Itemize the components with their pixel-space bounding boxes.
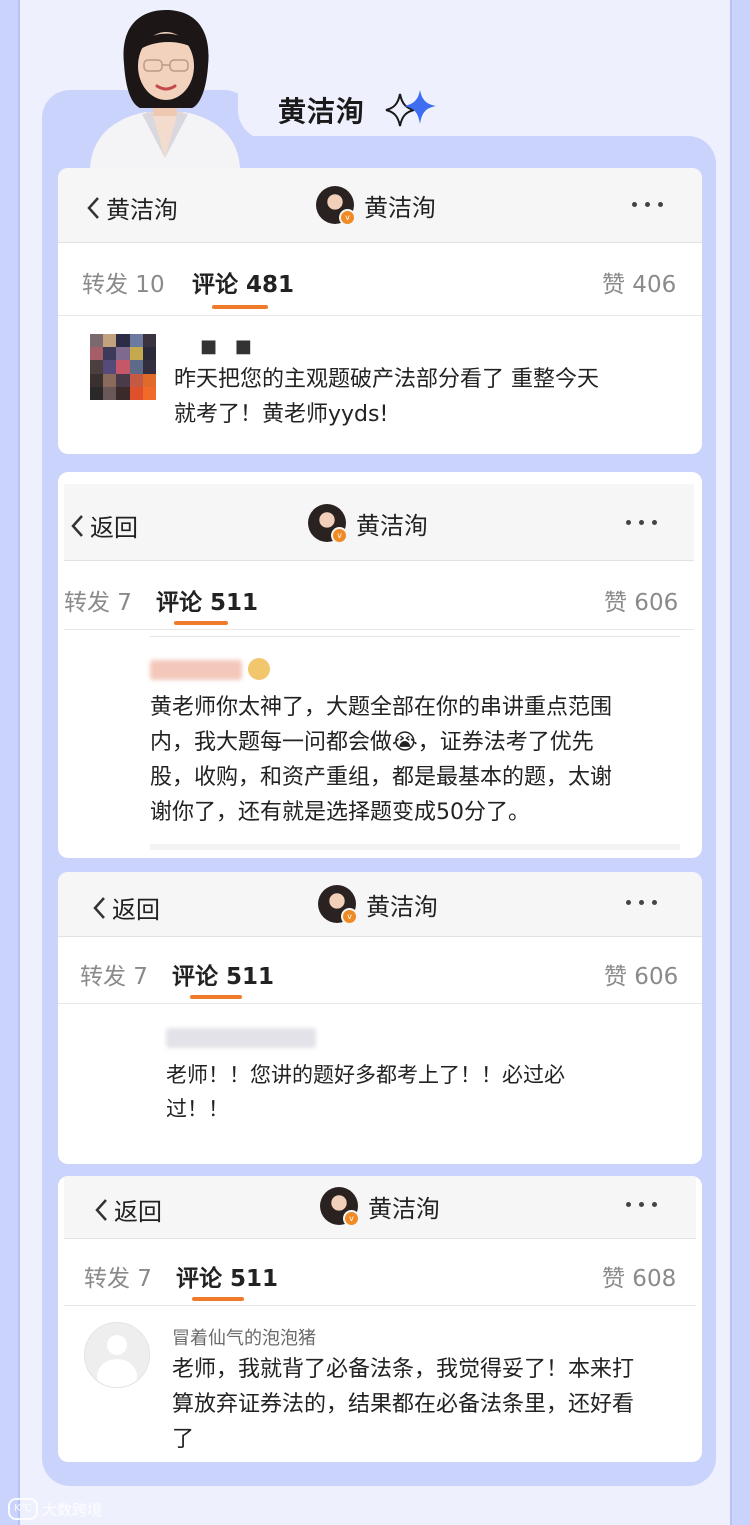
back-button[interactable]: 返回	[70, 508, 138, 543]
comment-body: 老师！！您讲的题好多都考上了！！必过必 过！！	[166, 1058, 646, 1126]
comment-line: 谢你了，还有就是选择题变成50分了。	[150, 800, 530, 825]
comment-username	[150, 660, 242, 680]
profile-header[interactable]: v 黄洁洵	[316, 186, 436, 226]
comment-line: 了	[172, 1427, 195, 1452]
tabs-row: 转发 10 评论 481 赞 406	[58, 243, 702, 316]
nav-bar: 返回 v 黄洁洵	[64, 1176, 696, 1239]
comment-body: 昨天把您的主观题破产法部分看了 重整今天 就考了！黄老师yyds!	[174, 362, 684, 432]
profile-name: 黄洁洵	[366, 892, 438, 921]
nav-bar: 黄洁洵 v 黄洁洵	[58, 168, 702, 243]
comment-username	[166, 1028, 316, 1048]
avatar: v	[308, 504, 348, 544]
back-label: 返回	[90, 514, 138, 542]
comment-body: 黄老师你太神了，大题全部在你的串讲重点范围 内，我大题每一问都会做😭，证券法考了…	[150, 690, 690, 830]
tab-likes[interactable]: 赞 606	[604, 583, 678, 617]
more-icon[interactable]	[626, 520, 657, 525]
back-button[interactable]: 返回	[94, 1192, 162, 1227]
profile-name: 黄洁洵	[356, 511, 428, 540]
tab-repost[interactable]: 转发 7	[64, 583, 132, 617]
sparkle-icon	[385, 90, 436, 127]
comment-card-3: 返回 v 黄洁洵 转发 7 评论 511 赞 606 老师！！您讲的题好多都考上…	[58, 872, 702, 1164]
back-label: 黄洁洵	[106, 196, 178, 224]
back-button[interactable]: 返回	[92, 890, 160, 925]
default-avatar-icon	[84, 1322, 150, 1388]
comment-card-4: 返回 v 黄洁洵 转发 7 评论 511 赞 608 冒着仙气的泡泡猪 老师，我…	[58, 1176, 702, 1462]
chevron-left-icon	[71, 514, 83, 537]
verified-badge-icon: v	[339, 209, 356, 226]
tabs-row: 转发 7 评论 511 赞 606	[58, 937, 702, 1004]
divider	[150, 636, 680, 637]
avatar: v	[316, 186, 356, 226]
verified-badge-icon: v	[331, 527, 348, 544]
crown-icon	[248, 658, 270, 680]
tab-active-indicator	[190, 995, 242, 999]
comment-line: 算放弃证券法的，结果都在必备法条里，还好看	[172, 1392, 635, 1417]
profile-header[interactable]: v 黄洁洵	[318, 885, 438, 925]
tab-comments[interactable]: 评论 511	[156, 583, 258, 617]
tab-likes[interactable]: 赞 406	[602, 265, 676, 299]
tab-active-indicator	[174, 621, 228, 625]
tab-active-indicator	[212, 305, 268, 309]
chevron-left-icon	[95, 1198, 107, 1221]
comment-line: 股，收购，和资产重组，都是最基本的题，太谢	[150, 765, 613, 790]
comment-card-1: 黄洁洵 v 黄洁洵 转发 10 评论 481 赞 406 ■ ■ 昨天把您的主观…	[58, 168, 702, 454]
avatar	[90, 334, 156, 400]
avatar: v	[320, 1187, 360, 1227]
comment-line: 昨天把您的主观题破产法部分看了 重整今天	[174, 367, 599, 392]
back-label: 返回	[114, 1198, 162, 1226]
chevron-left-icon	[93, 896, 105, 919]
watermark-text: 大数跨境	[42, 1500, 103, 1519]
comment-line: 就考了！黄老师yyds!	[174, 402, 389, 427]
teacher-portrait	[90, 10, 240, 168]
profile-name: 黄洁洵	[368, 1194, 440, 1223]
verified-badge-icon: v	[341, 908, 358, 925]
right-border	[730, 0, 732, 1525]
avatar: v	[318, 885, 358, 925]
verified-badge-icon: v	[343, 1210, 360, 1227]
comment-card-2: 返回 v 黄洁洵 转发 7 评论 511 赞 606 黄老师你太神了，大题全部在…	[58, 472, 702, 858]
comment-line: 过！！	[166, 1097, 229, 1121]
comment-line: 内，我大题每一问都会做😭，证券法考了优先	[150, 730, 594, 755]
comment-line: 老师！！您讲的题好多都考上了！！必过必	[166, 1063, 565, 1087]
watermark-logo: K℃	[8, 1498, 38, 1520]
profile-name: 黄洁洵	[364, 193, 436, 222]
tab-comments[interactable]: 评论 511	[176, 1259, 278, 1293]
tab-comments[interactable]: 评论 481	[192, 265, 294, 299]
tab-repost[interactable]: 转发 7	[80, 957, 148, 991]
tab-likes[interactable]: 赞 606	[604, 957, 678, 991]
tabs-row: 转发 7 评论 511 赞 608	[64, 1239, 696, 1306]
tab-active-indicator	[192, 1297, 244, 1301]
tabs-row: 转发 7 评论 511 赞 606	[64, 561, 694, 630]
nav-bar: 返回 v 黄洁洵	[64, 484, 694, 561]
tab-repost[interactable]: 转发 10	[82, 265, 165, 299]
comment-line: 黄老师你太神了，大题全部在你的串讲重点范围	[150, 695, 613, 720]
more-icon[interactable]	[626, 900, 657, 905]
chevron-left-icon	[87, 196, 99, 219]
nav-bar: 返回 v 黄洁洵	[58, 872, 702, 937]
tab-repost[interactable]: 转发 7	[84, 1259, 152, 1293]
watermark: K℃ 大数跨境	[8, 1498, 102, 1520]
comment-line: 老师，我就背了必备法条，我觉得妥了！本来打	[172, 1357, 635, 1382]
profile-header[interactable]: v 黄洁洵	[320, 1187, 440, 1227]
comment-username: ■ ■	[200, 336, 258, 357]
comment-username: 冒着仙气的泡泡猪	[172, 1328, 316, 1349]
profile-header[interactable]: v 黄洁洵	[308, 504, 428, 544]
comment-body: 老师，我就背了必备法条，我觉得妥了！本来打 算放弃证券法的，结果都在必备法条里，…	[172, 1352, 682, 1457]
back-label: 返回	[112, 896, 160, 924]
teacher-name: 黄洁洵	[278, 95, 366, 128]
back-button[interactable]: 黄洁洵	[86, 190, 178, 225]
tab-comments[interactable]: 评论 511	[172, 957, 274, 991]
divider	[150, 844, 680, 850]
tab-likes[interactable]: 赞 608	[602, 1259, 676, 1293]
more-icon[interactable]	[632, 202, 663, 207]
more-icon[interactable]	[626, 1202, 657, 1207]
left-border	[18, 0, 20, 1525]
